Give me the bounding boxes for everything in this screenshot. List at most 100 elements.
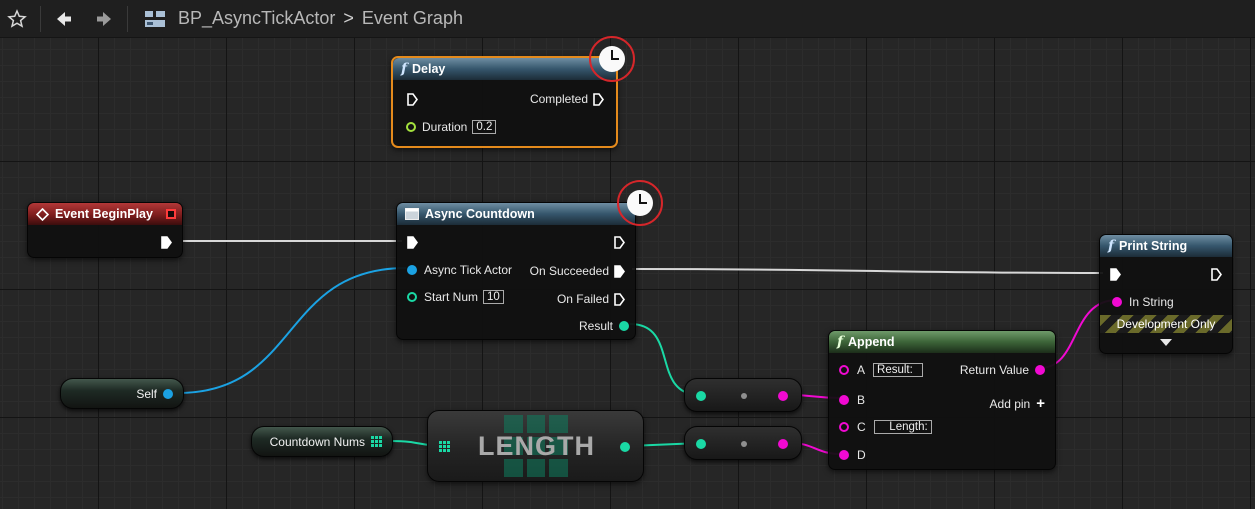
append-a-input[interactable]: Result: [873,363,924,377]
string-pin-icon[interactable] [839,450,849,460]
string-pin-icon[interactable] [1112,297,1122,307]
self-variable-node[interactable]: Self [60,378,184,409]
length-label: LENGTH [478,431,595,461]
conversion-node-2[interactable] [684,426,802,460]
event-beginplay-exec-out-pin[interactable] [161,236,172,249]
append-add-pin-label: Add pin [989,396,1031,411]
delay-node[interactable]: f Delay Completed Duration 0.2 [391,56,618,148]
breadcrumb-graph[interactable]: Event Graph [362,8,463,29]
append-node[interactable]: f Append A Result: Return Value B Add pin… [828,330,1056,470]
arrow-left-icon[interactable] [49,4,79,34]
array-pin-icon[interactable] [439,441,450,452]
print-string-node[interactable]: f Print String In String Development Only [1099,234,1233,354]
int-pin-icon[interactable] [620,442,630,452]
event-beginplay-title: Event BeginPlay [55,207,153,221]
latent-clock-icon [617,180,663,226]
append-c-input[interactable]: Length: [873,420,932,434]
delay-duration-input[interactable]: 0.2 [472,120,497,134]
async-result-pin[interactable]: Result [579,319,629,333]
latent-clock-icon [589,36,635,82]
toolbar-separator [40,5,41,32]
int-pin-icon[interactable] [696,391,706,401]
append-header[interactable]: f Append [829,331,1055,353]
append-return-value-pin[interactable]: Return Value [960,363,1045,377]
async-exec-in-pin[interactable] [407,236,418,249]
event-beginplay-node[interactable]: Event BeginPlay [27,202,183,258]
async-node-icon [405,208,419,220]
function-icon: f [837,334,844,350]
string-pin-icon[interactable] [778,439,788,449]
async-tick-actor-label: Async Tick Actor [424,263,513,277]
conversion-node-1[interactable] [684,378,802,412]
async-countdown-title: Async Countdown [425,207,535,221]
append-b-label: B [857,393,866,407]
delay-duration-label: Duration [422,120,468,134]
append-a-label: A [857,363,866,377]
print-string-title: Print String [1119,239,1188,253]
star-outline-icon[interactable] [2,4,32,34]
string-pin-icon[interactable] [839,395,849,405]
delay-completed-pin[interactable]: Completed [530,92,604,106]
append-a-pin[interactable]: A Result: [839,363,924,377]
blueprint-graph-icon [140,4,170,34]
expand-arrow-icon[interactable] [1160,339,1172,346]
delay-title: Delay [412,62,446,76]
int-pin-icon[interactable] [407,292,417,302]
toolbar: BP_AsyncTickActor > Event Graph [0,0,1255,38]
append-d-pin[interactable]: D [839,448,866,462]
async-start-num-input[interactable]: 10 [483,290,504,304]
string-pin-icon[interactable] [778,391,788,401]
development-only-banner: Development Only [1100,315,1232,333]
delay-node-header[interactable]: f Delay [393,58,616,80]
async-countdown-header[interactable]: Async Countdown [397,203,635,225]
append-c-pin[interactable]: C Length: [839,420,932,434]
delay-exec-in-pin[interactable] [407,93,418,106]
conversion-dot [741,393,747,399]
event-delegate-pin-icon[interactable] [166,209,176,219]
array-pin-icon[interactable] [371,436,382,447]
string-pin-icon[interactable] [839,365,849,375]
delay-completed-label: Completed [529,92,588,106]
async-on-failed-pin[interactable]: On Failed [557,292,625,306]
event-beginplay-header[interactable]: Event BeginPlay [28,203,182,225]
toolbar-separator [127,5,128,32]
countdown-nums-variable-node[interactable]: Countdown Nums [251,426,393,457]
string-pin-icon[interactable] [1035,365,1045,375]
breadcrumb: BP_AsyncTickActor > Event Graph [178,8,463,29]
event-diamond-icon [36,207,49,221]
async-result-label: Result [578,319,613,333]
breadcrumb-separator: > [343,8,354,28]
string-pin-icon[interactable] [839,422,849,432]
int-pin-icon[interactable] [619,321,629,331]
print-string-in-string-pin[interactable]: In String [1112,295,1174,309]
async-countdown-node[interactable]: Async Countdown Async Tick Actor On Succ… [396,202,636,340]
async-on-succeeded-label: On Succeeded [529,264,609,278]
append-title: Append [848,335,895,349]
length-node[interactable]: LENGTH [427,410,644,482]
float-pin-icon[interactable] [406,122,416,132]
print-string-exec-in-pin[interactable] [1110,268,1121,281]
arrow-right-icon[interactable] [89,4,119,34]
conversion-dot [741,441,747,447]
int-pin-icon[interactable] [696,439,706,449]
async-on-succeeded-pin[interactable]: On Succeeded [530,264,625,278]
object-pin-icon[interactable] [163,388,173,399]
async-tick-actor-pin[interactable]: Async Tick Actor [407,263,512,277]
object-pin-icon[interactable] [407,265,417,275]
print-string-header[interactable]: f Print String [1100,235,1232,257]
append-b-pin[interactable]: B [839,393,865,407]
breadcrumb-asset[interactable]: BP_AsyncTickActor [178,8,335,29]
plus-icon[interactable]: + [1036,395,1045,412]
function-icon: f [401,61,408,77]
append-return-value-label: Return Value [959,363,1029,377]
async-start-num-pin[interactable]: Start Num 10 [407,290,504,304]
delay-duration-pin[interactable]: Duration 0.2 [406,120,497,134]
async-start-num-label: Start Num [424,290,479,304]
async-on-failed-label: On Failed [556,292,609,306]
countdown-nums-label: Countdown Nums [269,434,365,449]
print-string-exec-out-pin[interactable] [1211,268,1222,281]
append-add-pin-button[interactable]: Add pin + [990,395,1045,412]
append-d-label: D [857,448,866,462]
print-string-in-string-label: In String [1129,295,1174,309]
async-exec-out-pin[interactable] [614,236,625,249]
